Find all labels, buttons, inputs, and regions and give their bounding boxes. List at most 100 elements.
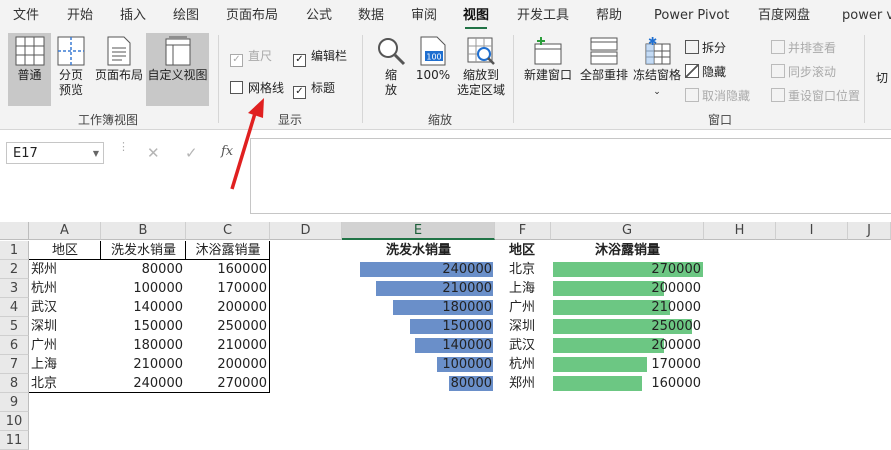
table-cell-shampoo[interactable]: 80000 xyxy=(101,260,186,279)
table-cell-shampoo[interactable]: 140000 xyxy=(101,298,186,317)
bodywash-value[interactable]: 170000 xyxy=(553,355,701,374)
table-cell-region[interactable]: 北京 xyxy=(29,374,101,393)
header-shampoo[interactable]: 洗发水销量 xyxy=(101,241,186,260)
col-header-a[interactable]: A xyxy=(29,222,101,240)
switch-windows-button[interactable]: 切 xyxy=(876,71,891,95)
tab-help[interactable]: 帮助 xyxy=(596,0,622,31)
page-break-preview-button[interactable]: 分页 预览 xyxy=(53,33,89,106)
formula-input[interactable] xyxy=(250,138,891,214)
shampoo-value[interactable]: 150000 xyxy=(342,317,492,336)
col-header-f[interactable]: F xyxy=(495,222,551,240)
shampoo-value[interactable]: 140000 xyxy=(342,336,492,355)
sync-scroll-button[interactable]: 同步滚动 xyxy=(771,63,836,80)
bodywash-value[interactable]: 210000 xyxy=(553,298,701,317)
hide-button[interactable]: 隐藏 xyxy=(685,63,726,80)
tab-insert[interactable]: 插入 xyxy=(120,0,146,31)
table-cell-shampoo[interactable]: 240000 xyxy=(101,374,186,393)
col-header-j[interactable]: J xyxy=(848,222,891,240)
region-label[interactable]: 郑州 xyxy=(507,374,551,393)
shampoo-value[interactable]: 100000 xyxy=(342,355,492,374)
bodywash-value[interactable]: 200000 xyxy=(553,336,701,355)
region-label[interactable]: 北京 xyxy=(507,260,551,279)
row-header-11[interactable]: 11 xyxy=(0,431,29,450)
table-cell-region[interactable]: 上海 xyxy=(29,355,101,374)
tab-formulas[interactable]: 公式 xyxy=(306,0,332,31)
tab-developer[interactable]: 开发工具 xyxy=(517,0,569,31)
view-side-by-side-button[interactable]: 并排查看 xyxy=(771,39,836,56)
unhide-button[interactable]: 取消隐藏 xyxy=(685,87,750,104)
table-cell-shampoo[interactable]: 150000 xyxy=(101,317,186,336)
region-chart-title[interactable]: 地区 xyxy=(495,241,551,260)
col-header-c[interactable]: C xyxy=(186,222,270,240)
table-cell-region[interactable]: 武汉 xyxy=(29,298,101,317)
table-cell-shampoo[interactable]: 180000 xyxy=(101,336,186,355)
shampoo-value[interactable]: 80000 xyxy=(342,374,492,393)
table-cell-shampoo[interactable]: 100000 xyxy=(101,279,186,298)
region-label[interactable]: 深圳 xyxy=(507,317,551,336)
new-window-button[interactable]: 新建窗口 xyxy=(521,33,575,106)
header-bodywash[interactable]: 沐浴露销量 xyxy=(186,241,270,260)
formula-bar-checkbox[interactable]: ✓ 编辑栏 xyxy=(293,47,347,67)
enter-icon[interactable]: ✓ xyxy=(185,144,198,162)
tab-baidu-netdisk[interactable]: 百度网盘 xyxy=(758,0,810,31)
shampoo-value[interactable]: 210000 xyxy=(342,279,492,298)
custom-view-button[interactable]: 自定义视图 xyxy=(146,33,209,106)
row-header-9[interactable]: 9 xyxy=(0,393,29,412)
tab-review[interactable]: 审阅 xyxy=(411,0,437,31)
col-header-g[interactable]: G xyxy=(551,222,704,240)
bodywash-chart-title[interactable]: 沐浴露销量 xyxy=(551,241,704,260)
headings-checkbox[interactable]: ✓ 标题 xyxy=(293,79,335,99)
zoom-button[interactable]: 缩 放 xyxy=(372,33,410,106)
row-header-3[interactable]: 3 xyxy=(0,279,29,298)
table-cell-region[interactable]: 深圳 xyxy=(29,317,101,336)
tab-view[interactable]: 视图 xyxy=(463,0,489,31)
row-header-1[interactable]: 1 xyxy=(0,241,29,260)
table-cell-region[interactable]: 广州 xyxy=(29,336,101,355)
zoom-100-button[interactable]: 100 100% xyxy=(413,33,453,106)
col-header-b[interactable]: B xyxy=(101,222,186,240)
bodywash-value[interactable]: 160000 xyxy=(553,374,701,393)
normal-view-button[interactable]: 普通 xyxy=(8,33,51,106)
table-cell-bodywash[interactable]: 200000 xyxy=(186,355,270,374)
table-cell-region[interactable]: 郑州 xyxy=(29,260,101,279)
split-button[interactable]: 拆分 xyxy=(685,39,726,56)
freeze-panes-button[interactable]: ✱ 冻结窗格 ⌄ xyxy=(632,33,682,106)
table-cell-bodywash[interactable]: 210000 xyxy=(186,336,270,355)
col-header-h[interactable]: H xyxy=(704,222,776,240)
row-header-7[interactable]: 7 xyxy=(0,355,29,374)
tab-home[interactable]: 开始 xyxy=(67,0,93,31)
tab-file[interactable]: 文件 xyxy=(13,0,39,31)
table-cell-bodywash[interactable]: 250000 xyxy=(186,317,270,336)
cancel-icon[interactable]: ✕ xyxy=(147,144,160,162)
arrange-all-button[interactable]: 全部重排 xyxy=(577,33,631,106)
name-box-dropdown-icon[interactable]: ▼ xyxy=(93,143,99,165)
col-header-e[interactable]: E xyxy=(342,222,495,240)
row-header-4[interactable]: 4 xyxy=(0,298,29,317)
bodywash-value[interactable]: 270000 xyxy=(553,260,701,279)
row-header-10[interactable]: 10 xyxy=(0,412,29,431)
table-cell-bodywash[interactable]: 170000 xyxy=(186,279,270,298)
shampoo-value[interactable]: 240000 xyxy=(342,260,492,279)
page-layout-view-button[interactable]: 页面布局 xyxy=(92,33,146,106)
shampoo-value[interactable]: 180000 xyxy=(342,298,492,317)
row-header-8[interactable]: 8 xyxy=(0,374,29,393)
tab-power-pivot[interactable]: Power Pivot xyxy=(654,0,729,31)
region-label[interactable]: 广州 xyxy=(507,298,551,317)
table-cell-bodywash[interactable]: 200000 xyxy=(186,298,270,317)
reset-window-position-button[interactable]: 重设窗口位置 xyxy=(771,87,860,104)
region-label[interactable]: 上海 xyxy=(507,279,551,298)
bodywash-value[interactable]: 200000 xyxy=(553,279,701,298)
col-header-i[interactable]: I xyxy=(776,222,848,240)
row-header-5[interactable]: 5 xyxy=(0,317,29,336)
tab-data[interactable]: 数据 xyxy=(358,0,384,31)
zoom-to-selection-button[interactable]: 缩放到 选定区域 xyxy=(454,33,508,106)
tab-power-view[interactable]: power v xyxy=(842,0,891,31)
tab-page-layout[interactable]: 页面布局 xyxy=(226,0,278,31)
table-cell-bodywash[interactable]: 270000 xyxy=(186,374,270,393)
row-header-6[interactable]: 6 xyxy=(0,336,29,355)
col-header-d[interactable]: D xyxy=(270,222,342,240)
name-box[interactable]: E17 ▼ xyxy=(6,142,104,164)
header-region[interactable]: 地区 xyxy=(29,241,101,260)
bodywash-value[interactable]: 250000 xyxy=(553,317,701,336)
region-label[interactable]: 杭州 xyxy=(507,355,551,374)
